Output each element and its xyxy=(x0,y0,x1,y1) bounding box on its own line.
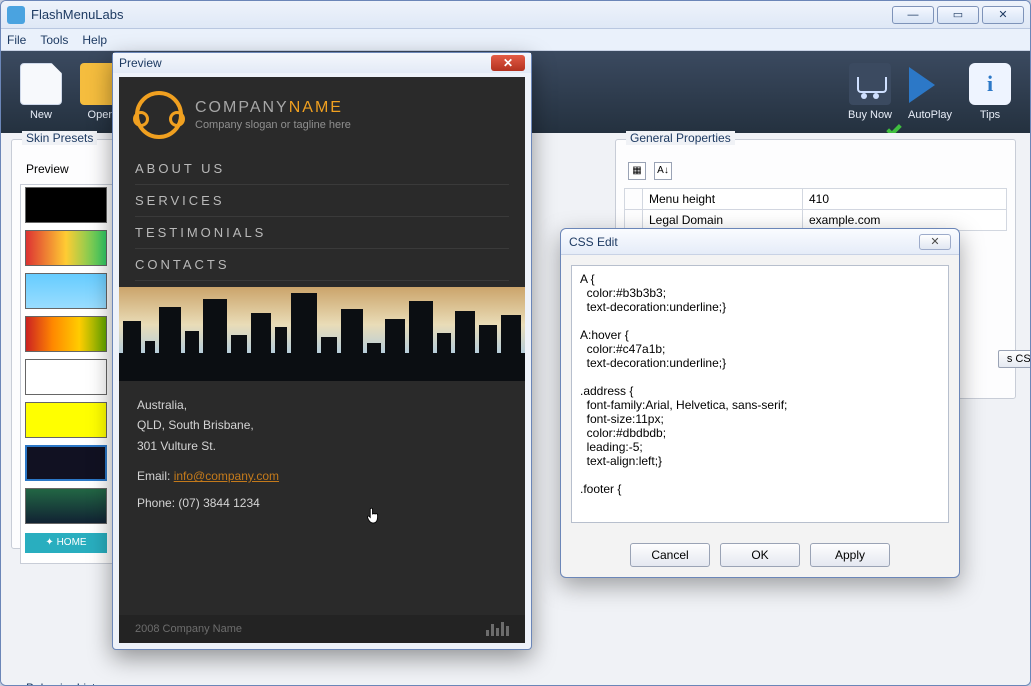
skin-presets-title: Skin Presets xyxy=(22,131,97,145)
brand-text-a: COMPANY xyxy=(195,99,289,116)
cancel-button[interactable]: Cancel xyxy=(630,543,710,567)
info-icon xyxy=(969,63,1011,105)
address-line: Australia, xyxy=(137,395,507,415)
css-edit-close-button[interactable]: ✕ xyxy=(919,234,951,250)
toolbar-buy-label: Buy Now xyxy=(848,109,892,121)
preview-dialog[interactable]: Preview ✕ COMPANYNAME Company slogan or … xyxy=(112,52,532,650)
toolbar-autoplay-label: AutoPlay xyxy=(908,109,952,121)
email-label: Email: xyxy=(137,469,170,483)
toolbar-tips[interactable]: Tips xyxy=(960,63,1020,121)
nav-item[interactable]: ABOUT US xyxy=(135,153,509,185)
nav-item[interactable]: CONTACTS xyxy=(135,249,509,281)
company-logo-icon xyxy=(135,91,183,139)
toolbar-buy-now[interactable]: Buy Now xyxy=(840,63,900,121)
preview-dialog-title: Preview xyxy=(119,56,491,70)
toolbar-new[interactable]: New xyxy=(11,63,71,121)
preview-footer: 2008 Company Name xyxy=(119,615,525,643)
categorize-icon[interactable]: ▦ xyxy=(628,162,646,180)
maximize-button[interactable]: ▭ xyxy=(937,6,979,24)
address-line: 301 Vulture St. xyxy=(137,436,507,456)
skyline-image xyxy=(119,287,525,381)
preset-thumb[interactable] xyxy=(25,488,107,524)
address-line: QLD, South Brisbane, xyxy=(137,415,507,435)
apply-button[interactable]: Apply xyxy=(810,543,890,567)
brand-text-b: NAME xyxy=(289,99,343,116)
property-row: Menu height 410 xyxy=(625,189,1007,210)
behavior-title: Behavior List xyxy=(22,681,99,686)
css-edit-dialog[interactable]: CSS Edit ✕ A { color:#b3b3b3; text-decor… xyxy=(560,228,960,578)
home-button[interactable]: ✦ HOME xyxy=(25,533,107,553)
menu-help[interactable]: Help xyxy=(82,33,107,47)
email-link[interactable]: info@company.com xyxy=(174,469,279,483)
nav-item[interactable]: SERVICES xyxy=(135,185,509,217)
menu-bar: File Tools Help xyxy=(1,29,1030,51)
app-icon xyxy=(7,6,25,24)
property-value[interactable]: 410 xyxy=(803,189,1007,210)
cursor-hand-icon xyxy=(367,507,381,525)
preset-thumb[interactable] xyxy=(25,359,107,395)
play-icon xyxy=(909,67,935,103)
phone-value: (07) 3844 1234 xyxy=(178,496,259,510)
preset-thumb-active[interactable] xyxy=(25,445,107,481)
address-block: Australia, QLD, South Brisbane, 301 Vult… xyxy=(119,381,525,513)
title-bar[interactable]: FlashMenuLabs — ▭ ✕ xyxy=(1,1,1030,29)
sort-az-icon[interactable]: A↓ xyxy=(654,162,672,180)
preview-close-button[interactable]: ✕ xyxy=(491,55,525,71)
property-key: Menu height xyxy=(643,189,803,210)
preset-thumb[interactable] xyxy=(25,402,107,438)
new-file-icon xyxy=(20,63,62,105)
css-button[interactable]: s CSS xyxy=(998,350,1031,368)
preset-thumb[interactable] xyxy=(25,273,107,309)
ok-button[interactable]: OK xyxy=(720,543,800,567)
toolbar-open-label: Open xyxy=(88,109,115,121)
toolbar-tips-label: Tips xyxy=(980,109,1000,121)
properties-grid[interactable]: Menu height 410 Legal Domain example.com xyxy=(624,188,1007,231)
preset-thumb[interactable] xyxy=(25,316,107,352)
window-title: FlashMenuLabs xyxy=(31,7,892,22)
brand-slogan: Company slogan or tagline here xyxy=(195,119,351,131)
menu-tools[interactable]: Tools xyxy=(40,33,68,47)
preset-thumb[interactable] xyxy=(25,230,107,266)
preset-thumb[interactable] xyxy=(25,187,107,223)
equalizer-icon xyxy=(486,622,509,636)
minimize-button[interactable]: — xyxy=(892,6,934,24)
preview-nav: ABOUT US SERVICES TESTIMONIALS CONTACTS xyxy=(119,153,525,281)
toolbar-autoplay[interactable]: AutoPlay xyxy=(900,63,960,121)
css-editor-textarea[interactable]: A { color:#b3b3b3; text-decoration:under… xyxy=(571,265,949,523)
preview-canvas: COMPANYNAME Company slogan or tagline he… xyxy=(119,77,525,643)
nav-item[interactable]: TESTIMONIALS xyxy=(135,217,509,249)
close-button[interactable]: ✕ xyxy=(982,6,1024,24)
cart-icon xyxy=(849,63,891,105)
expand-toggle[interactable] xyxy=(625,189,643,210)
menu-file[interactable]: File xyxy=(7,33,26,47)
toolbar-new-label: New xyxy=(30,109,52,121)
general-properties-title: General Properties xyxy=(626,131,735,145)
footer-text: 2008 Company Name xyxy=(135,623,242,635)
css-edit-title: CSS Edit xyxy=(569,235,919,249)
phone-label: Phone: xyxy=(137,496,175,510)
